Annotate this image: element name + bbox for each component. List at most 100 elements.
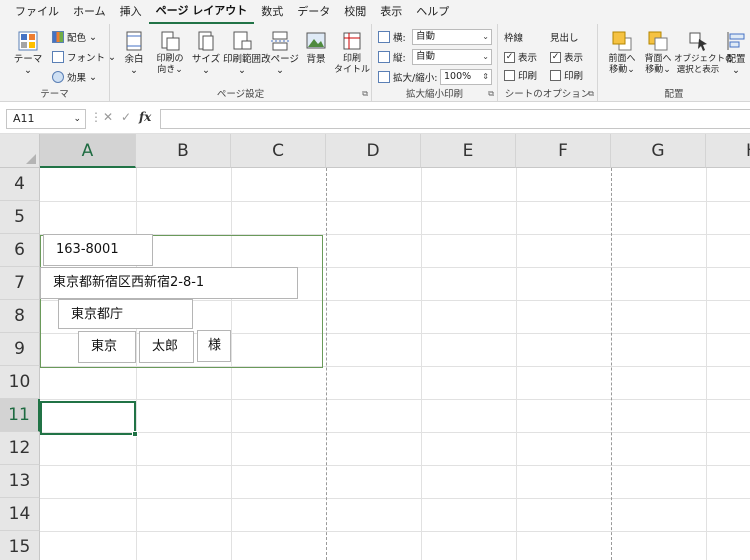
colors-button[interactable]: 配色 ⌄ xyxy=(52,28,97,46)
row-header-11[interactable]: 11 xyxy=(0,399,40,432)
formula-input[interactable] xyxy=(160,109,750,129)
chevron-down-icon: ⌄ xyxy=(86,31,97,43)
row-header-4[interactable]: 4 xyxy=(0,168,40,201)
tab-home[interactable]: ホーム xyxy=(66,0,113,24)
page-break-icon xyxy=(269,30,291,52)
column-header-f[interactable]: F xyxy=(516,134,611,168)
tab-data[interactable]: データ xyxy=(290,0,337,24)
checkmark-icon: ✓ xyxy=(504,51,515,63)
theme-group: テーマ ⌄ 配色 ⌄ フォント ⌄ 効果 ⌄ テーマ xyxy=(0,24,116,102)
gridlines-view-checkbox[interactable]: ✓ 表示 xyxy=(504,48,537,66)
row-header-9[interactable]: 9 xyxy=(0,333,40,366)
row-header-6[interactable]: 6 xyxy=(0,234,40,267)
size-button[interactable]: サイズ ⌄ xyxy=(186,28,226,86)
honorific-textbox[interactable]: 様 xyxy=(197,330,231,362)
chevron-down-icon: ⌄ xyxy=(482,32,489,41)
print-titles-button[interactable]: 印刷 タイトル xyxy=(332,28,372,86)
spreadsheet-grid: A B C D E F G H 4 5 6 7 8 9 10 11 12 13 … xyxy=(0,134,750,560)
width-label-row: 横: xyxy=(378,28,406,46)
height-label-row: 縦: xyxy=(378,48,406,66)
themes-button[interactable]: テーマ ⌄ xyxy=(8,28,48,86)
orientation-button[interactable]: 印刷の 向き⌄ xyxy=(150,28,190,86)
send-backward-button[interactable]: 背面へ 移動⌄ xyxy=(638,28,678,86)
column-header-d[interactable]: D xyxy=(326,134,421,168)
row-header-12[interactable]: 12 xyxy=(0,432,40,465)
column-header-c[interactable]: C xyxy=(231,134,326,168)
row-header-10[interactable]: 10 xyxy=(0,366,40,399)
row-header-13[interactable]: 13 xyxy=(0,465,40,498)
print-area-button[interactable]: 印刷範囲 ⌄ xyxy=(222,28,262,86)
background-button[interactable]: 背景 xyxy=(296,28,336,86)
sheet-options-launcher-icon[interactable]: ⧉ xyxy=(588,89,594,99)
tab-review[interactable]: 校閲 xyxy=(337,0,373,24)
column-header-b[interactable]: B xyxy=(136,134,231,168)
more-options-icon: ⋮ xyxy=(90,110,102,124)
row-header-5[interactable]: 5 xyxy=(0,201,40,234)
scale-launcher-icon[interactable]: ⧉ xyxy=(488,89,494,99)
address-textbox[interactable]: 東京都新宿区西新宿2-8-1 xyxy=(40,267,298,299)
tab-insert[interactable]: 挿入 xyxy=(113,0,149,24)
send-backward-icon xyxy=(647,30,669,52)
active-cell-a11[interactable] xyxy=(40,401,136,435)
select-all-corner[interactable] xyxy=(0,134,40,168)
column-header-h[interactable]: H xyxy=(706,134,750,168)
tab-formulas[interactable]: 数式 xyxy=(254,0,290,24)
insert-function-icon[interactable]: fx xyxy=(139,110,151,124)
scale-spinner[interactable]: 100% ⇕ xyxy=(440,69,492,85)
cancel-icon[interactable]: ✕ xyxy=(103,110,113,124)
background-image-icon xyxy=(305,30,327,52)
sheet-options-group-label: シートのオプション xyxy=(504,89,591,100)
chevron-down-icon: ⌄ xyxy=(238,65,246,76)
column-header-e[interactable]: E xyxy=(421,134,516,168)
margins-icon xyxy=(123,30,145,52)
effects-button[interactable]: 効果 ⌄ xyxy=(52,68,97,86)
tab-view[interactable]: 表示 xyxy=(373,0,409,24)
themes-icon xyxy=(17,30,39,52)
menu-bar: ファイル ホーム 挿入 ページ レイアウト 数式 データ 校閲 表示 ヘルプ xyxy=(0,0,750,24)
first-name-textbox[interactable]: 太郎 xyxy=(139,331,194,363)
tab-page-layout[interactable]: ページ レイアウト xyxy=(148,0,255,24)
gridlines-heading: 枠線 xyxy=(504,33,524,44)
font-icon xyxy=(52,51,64,63)
row-header-15[interactable]: 15 xyxy=(0,531,40,560)
postal-code-textbox[interactable]: 163-8001 xyxy=(43,234,153,266)
name-box[interactable]: A11 ⌄ xyxy=(6,109,86,129)
page-setup-launcher-icon[interactable]: ⧉ xyxy=(362,89,368,99)
headings-view-checkbox[interactable]: ✓ 表示 xyxy=(550,48,583,66)
last-name-textbox[interactable]: 東京 xyxy=(78,331,136,363)
margins-button[interactable]: 余白 ⌄ xyxy=(114,28,154,86)
palette-icon xyxy=(52,31,64,43)
arrange-group-label: 配置 xyxy=(664,89,684,100)
page-setup-group: 余白 ⌄ 印刷の 向き⌄ サイズ ⌄ 印刷範囲 ⌄ 改ページ ⌄ 背景 印刷タイ… xyxy=(110,24,372,102)
row-header-14[interactable]: 14 xyxy=(0,498,40,531)
breaks-button[interactable]: 改ページ ⌄ xyxy=(260,28,300,86)
headings-print-checkbox[interactable]: 印刷 xyxy=(550,66,583,84)
page-break-line xyxy=(326,168,327,560)
height-dropdown[interactable]: 自動 ⌄ xyxy=(412,49,492,65)
bring-forward-button[interactable]: 前面へ 移動⌄ xyxy=(602,28,642,86)
fonts-button[interactable]: フォント ⌄ xyxy=(52,48,116,66)
page-break-line xyxy=(611,168,612,560)
theme-group-label: テーマ xyxy=(40,89,69,100)
column-header-g[interactable]: G xyxy=(611,134,706,168)
chevron-down-icon: ⌄ xyxy=(482,52,489,61)
chevron-down-icon: ⌄ xyxy=(24,65,32,76)
gridlines-print-checkbox[interactable]: 印刷 xyxy=(504,66,537,84)
orientation-icon xyxy=(159,30,181,52)
confirm-icon[interactable]: ✓ xyxy=(121,110,131,124)
fill-handle[interactable] xyxy=(132,431,138,437)
print-titles-icon xyxy=(341,30,363,52)
sheet-options-group: 枠線 ✓ 表示 印刷 見出し ✓ 表示 印刷 シートのオプション ⧉ xyxy=(498,24,598,102)
column-header-a[interactable]: A xyxy=(40,134,136,168)
tab-help[interactable]: ヘルプ xyxy=(409,0,456,24)
height-icon xyxy=(378,51,390,63)
width-dropdown[interactable]: 自動 ⌄ xyxy=(412,29,492,45)
selection-pane-button[interactable]: オブジェクトの 選択と表示 xyxy=(674,28,734,86)
tab-file[interactable]: ファイル xyxy=(8,0,66,24)
row-header-7[interactable]: 7 xyxy=(0,267,40,300)
organization-textbox[interactable]: 東京都庁 xyxy=(58,299,193,329)
selection-pane-icon xyxy=(687,30,709,52)
row-header-8[interactable]: 8 xyxy=(0,300,40,333)
formula-bar: A11 ⌄ ⋮ ✕ ✓ fx xyxy=(0,102,750,134)
align-button[interactable]: 配置 ⌄ xyxy=(722,28,750,86)
